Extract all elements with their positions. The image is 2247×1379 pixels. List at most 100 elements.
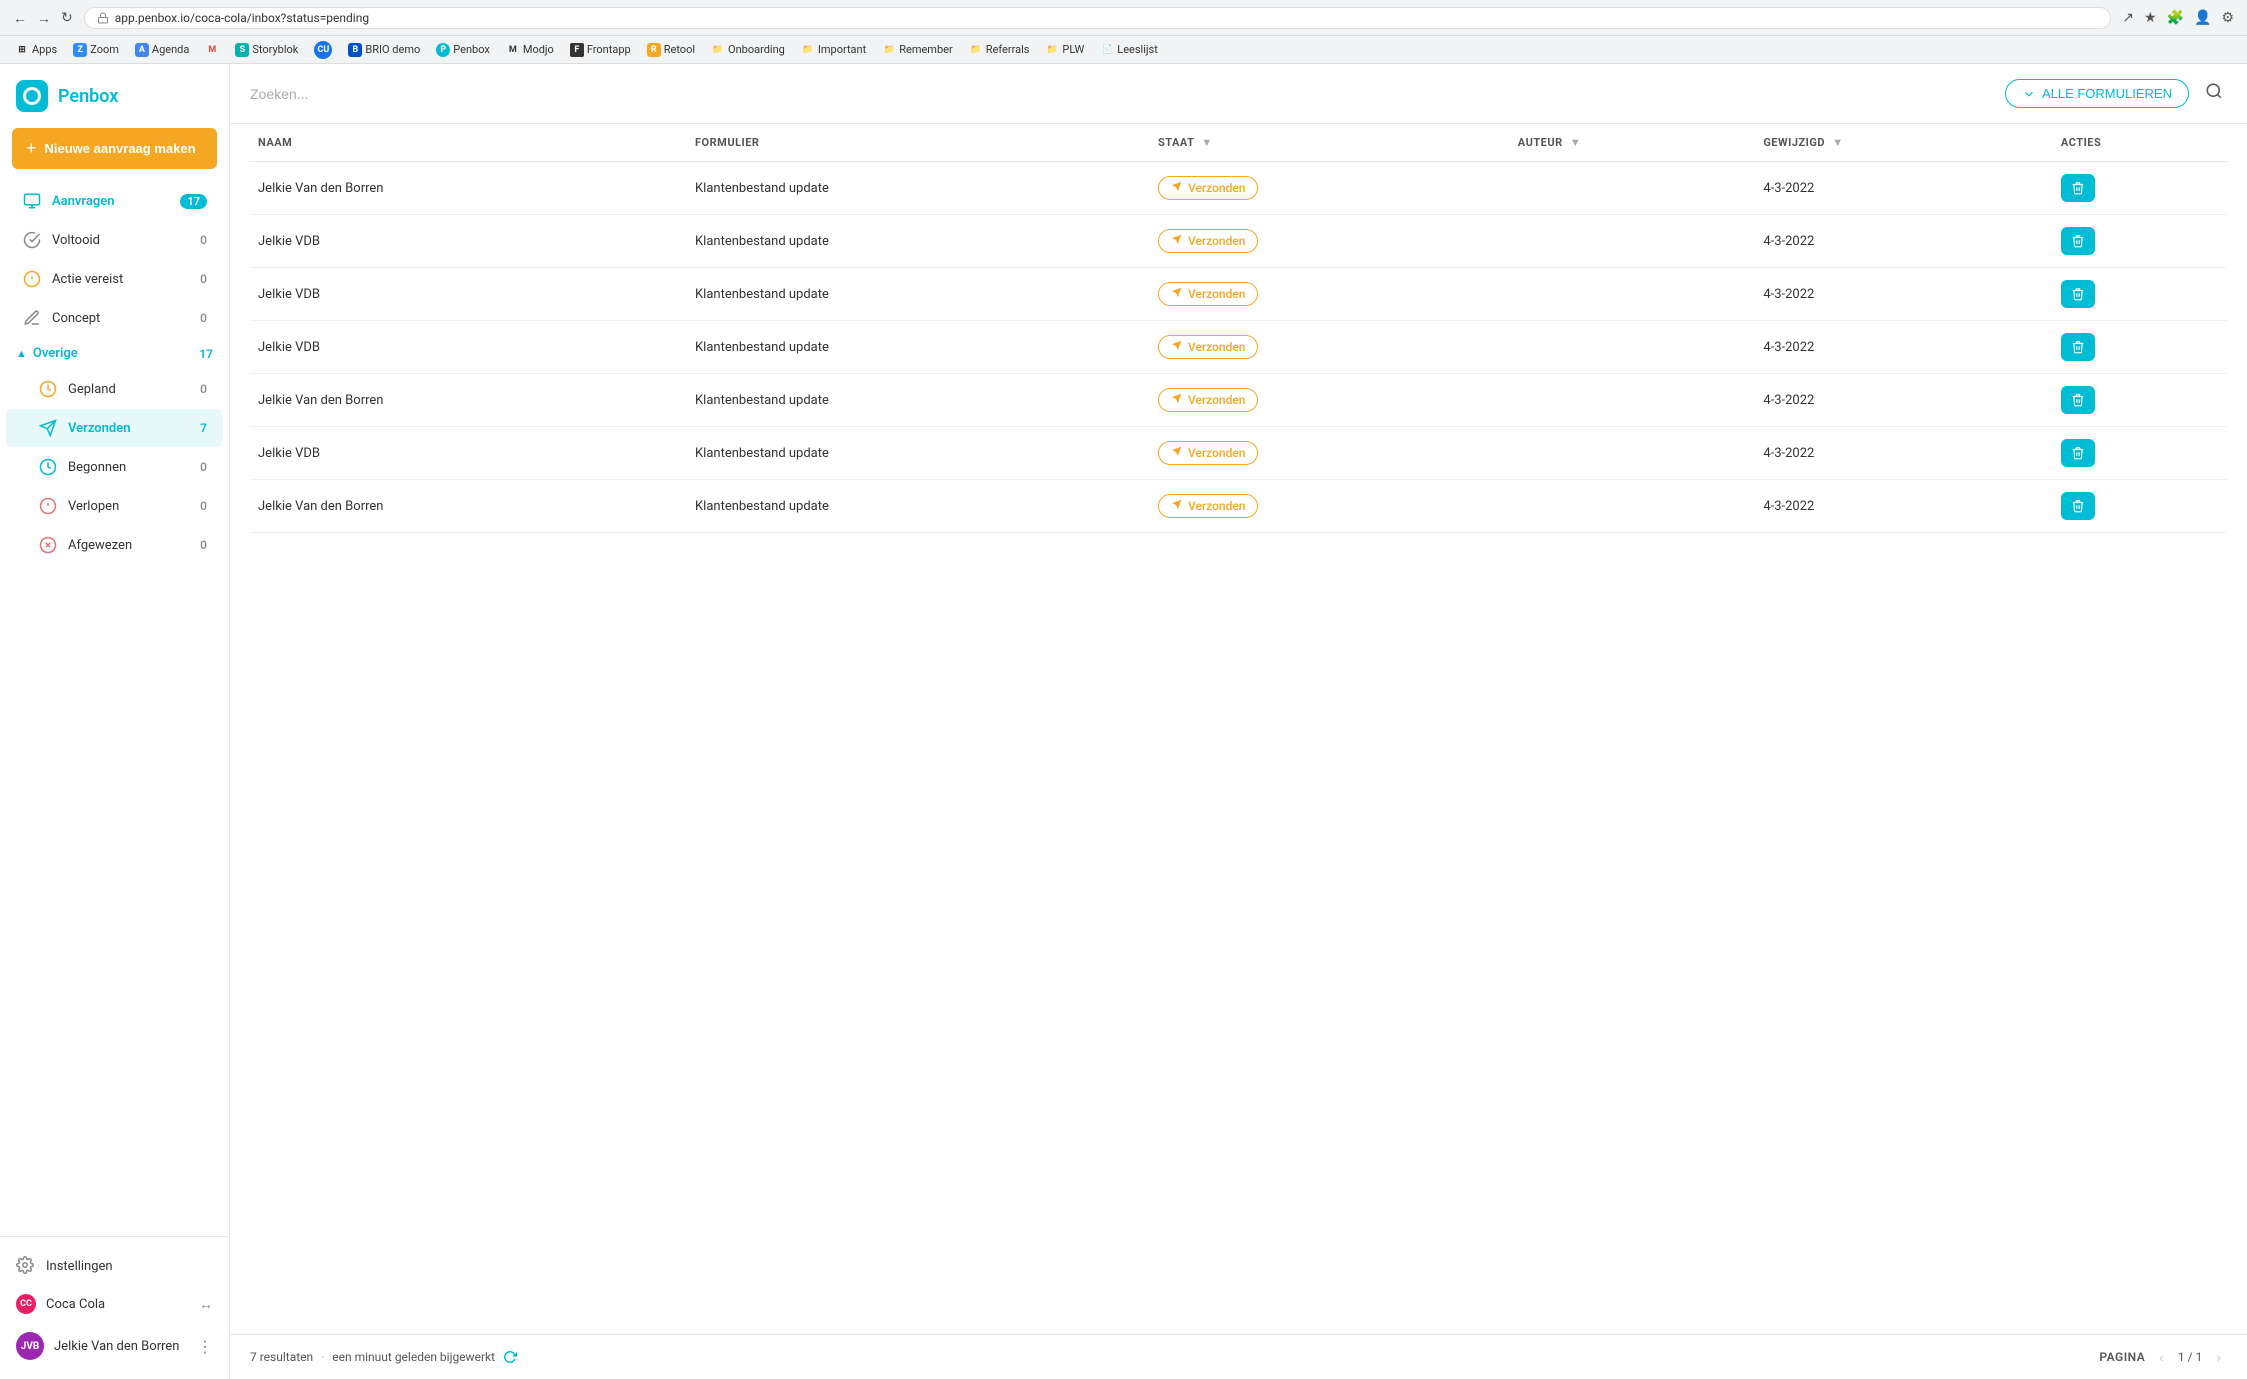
- penbox-icon: P: [436, 43, 450, 57]
- cell-acties: [2053, 215, 2227, 268]
- action-button[interactable]: [2061, 333, 2095, 361]
- results-info: 7 resultaten · een minuut geleden bijgew…: [250, 1350, 517, 1364]
- status-badge[interactable]: Verzonden: [1158, 441, 1258, 465]
- action-button[interactable]: [2061, 386, 2095, 414]
- cell-auteur: [1510, 427, 1756, 480]
- action-button[interactable]: [2061, 227, 2095, 255]
- bookmark-leeslijst[interactable]: 📄 Leeslijst: [1095, 41, 1163, 59]
- table-row[interactable]: Jelkie Van den Borren Klantenbestand upd…: [250, 374, 2227, 427]
- table-row[interactable]: Jelkie Van den Borren Klantenbestand upd…: [250, 162, 2227, 215]
- bookmark-referrals[interactable]: 📁 Referrals: [964, 41, 1035, 59]
- app-container: Penbox + Nieuwe aanvraag maken Aanvragen…: [0, 64, 2247, 1379]
- next-page-button[interactable]: ›: [2210, 1347, 2227, 1367]
- bookmark-apps[interactable]: ⊞ Apps: [10, 41, 62, 59]
- profile-button[interactable]: 👤: [2191, 6, 2214, 29]
- col-gewijzigd[interactable]: GEWIJZIGD ▼: [1755, 124, 2053, 162]
- table-row[interactable]: Jelkie VDB Klantenbestand update Verzond…: [250, 321, 2227, 374]
- status-badge[interactable]: Verzonden: [1158, 282, 1258, 306]
- action-button[interactable]: [2061, 439, 2095, 467]
- table-row[interactable]: Jelkie Van den Borren Klantenbestand upd…: [250, 480, 2227, 533]
- back-button[interactable]: ←: [10, 7, 30, 29]
- sidebar-nav: Aanvragen 17 Voltooid 0 Actie vereist 0: [0, 181, 229, 1236]
- page-info: 1 / 1: [2178, 1350, 2202, 1364]
- bookmark-brio[interactable]: B BRIO demo: [343, 41, 425, 59]
- status-badge[interactable]: Verzonden: [1158, 388, 1258, 412]
- sidebar-item-afgewezen[interactable]: Afgewezen 0: [6, 526, 223, 564]
- address-bar[interactable]: app.penbox.io/coca-cola/inbox?status=pen…: [84, 7, 2112, 29]
- bookmark-apps-label: Apps: [32, 43, 57, 56]
- status-badge[interactable]: Verzonden: [1158, 229, 1258, 253]
- action-button[interactable]: [2061, 174, 2095, 202]
- bookmark-important-label: Important: [818, 43, 866, 56]
- bookmark-agenda[interactable]: A Agenda: [130, 41, 194, 59]
- sidebar-item-actie-vereist[interactable]: Actie vereist 0: [6, 260, 223, 298]
- action-button[interactable]: [2061, 492, 2095, 520]
- brand-name: Penbox: [58, 86, 118, 107]
- zoom-icon: Z: [73, 43, 87, 57]
- status-badge[interactable]: Verzonden: [1158, 176, 1258, 200]
- sidebar-item-verzonden[interactable]: Verzonden 7: [6, 409, 223, 447]
- sidebar-item-aanvragen[interactable]: Aanvragen 17: [6, 182, 223, 220]
- bookmark-frontapp[interactable]: F Frontapp: [565, 41, 636, 59]
- share-button[interactable]: ↗: [2119, 6, 2137, 29]
- sidebar-user[interactable]: JVB Jelkie Van den Borren ⋮: [0, 1323, 229, 1369]
- settings-chrome-button[interactable]: ⚙: [2218, 6, 2237, 29]
- bookmark-modjo[interactable]: M Modjo: [501, 41, 559, 59]
- bookmark-penbox[interactable]: P Penbox: [431, 41, 495, 59]
- bookmark-onboarding[interactable]: 📁 Onboarding: [706, 41, 790, 59]
- cell-gewijzigd: 4-3-2022: [1755, 162, 2053, 215]
- bookmark-retool[interactable]: R Retool: [642, 41, 700, 59]
- sidebar-group-overige[interactable]: ▲ Overige 17: [0, 338, 229, 369]
- sidebar-item-voltooid[interactable]: Voltooid 0: [6, 221, 223, 259]
- sidebar-item-begonnen[interactable]: Begonnen 0: [6, 448, 223, 486]
- overige-count: 17: [199, 347, 213, 361]
- all-forms-button[interactable]: ALLE FORMULIEREN: [2005, 79, 2189, 108]
- status-badge[interactable]: Verzonden: [1158, 335, 1258, 359]
- url-text: app.penbox.io/coca-cola/inbox?status=pen…: [115, 11, 2099, 25]
- cell-staat: Verzonden: [1150, 321, 1510, 374]
- browser-action-buttons: ↗ ★ 🧩 👤 ⚙: [2119, 6, 2237, 29]
- table-row[interactable]: Jelkie VDB Klantenbestand update Verzond…: [250, 215, 2227, 268]
- sidebar-workspace[interactable]: CC Coca Cola ↔: [0, 1285, 229, 1323]
- status-badge[interactable]: Verzonden: [1158, 494, 1258, 518]
- table-row[interactable]: Jelkie VDB Klantenbestand update Verzond…: [250, 268, 2227, 321]
- col-auteur[interactable]: AUTEUR ▼: [1510, 124, 1756, 162]
- table-row[interactable]: Jelkie VDB Klantenbestand update Verzond…: [250, 427, 2227, 480]
- bookmark-onboarding-label: Onboarding: [728, 43, 785, 56]
- reload-button[interactable]: ↻: [58, 6, 76, 29]
- concept-label: Concept: [52, 311, 200, 326]
- sidebar-settings[interactable]: Instellingen: [0, 1247, 229, 1285]
- bookmark-important[interactable]: 📁 Important: [796, 41, 871, 59]
- cell-auteur: [1510, 268, 1756, 321]
- forward-button[interactable]: →: [34, 7, 54, 29]
- send-icon: [1171, 499, 1182, 513]
- col-staat[interactable]: STAAT ▼: [1150, 124, 1510, 162]
- cell-naam: Jelkie Van den Borren: [250, 480, 687, 533]
- referrals-folder-icon: 📁: [969, 43, 983, 57]
- settings-gear-icon: [16, 1256, 36, 1276]
- bookmark-plw[interactable]: 📁 PLW: [1040, 41, 1089, 59]
- sidebar-item-gepland[interactable]: Gepland 0: [6, 370, 223, 408]
- cell-gewijzigd: 4-3-2022: [1755, 321, 2053, 374]
- cell-auteur: [1510, 321, 1756, 374]
- updated-text: een minuut geleden bijgewerkt: [332, 1350, 495, 1364]
- col-formulier[interactable]: FORMULIER: [687, 124, 1150, 162]
- bookmark-cu[interactable]: CU: [309, 39, 337, 61]
- bookmark-gmail[interactable]: M: [200, 41, 224, 59]
- search-input[interactable]: [250, 82, 1993, 106]
- bookmark-storyblok[interactable]: S Storyblok: [230, 41, 303, 59]
- bookmark-zoom[interactable]: Z Zoom: [68, 41, 124, 59]
- prev-page-button[interactable]: ‹: [2153, 1347, 2170, 1367]
- col-naam[interactable]: NAAM: [250, 124, 687, 162]
- cu-icon: CU: [314, 41, 332, 59]
- action-button[interactable]: [2061, 280, 2095, 308]
- search-submit-button[interactable]: [2201, 78, 2227, 109]
- sidebar-item-concept[interactable]: Concept 0: [6, 299, 223, 337]
- extensions-button[interactable]: 🧩: [2164, 6, 2187, 29]
- cell-auteur: [1510, 215, 1756, 268]
- sidebar-item-verlopen[interactable]: Verlopen 0: [6, 487, 223, 525]
- bookmark-button[interactable]: ★: [2141, 6, 2160, 29]
- new-request-button[interactable]: + Nieuwe aanvraag maken: [12, 128, 217, 169]
- refresh-icon[interactable]: [503, 1350, 517, 1364]
- bookmark-remember[interactable]: 📁 Remember: [877, 41, 957, 59]
